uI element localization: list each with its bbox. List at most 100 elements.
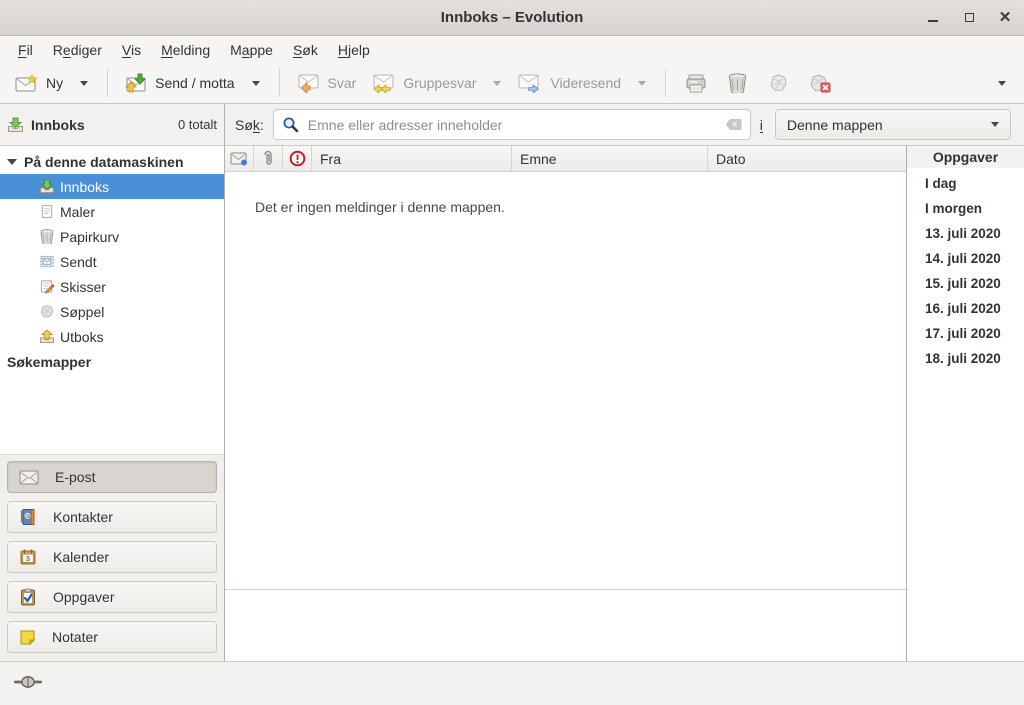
maximize-icon [965,13,974,22]
send-receive-button[interactable]: Send / motta [117,69,241,97]
folder-innboks[interactable]: Innboks [0,174,224,199]
folder-maler[interactable]: Maler [0,199,224,224]
attachment-icon [262,150,274,167]
search-label: Søk: [235,117,264,133]
folder-soppel[interactable]: Søppel [0,299,224,324]
reply-icon [296,73,320,93]
switcher-memos-label: Notater [52,629,98,645]
group-reply-button[interactable]: Gruppesvar [363,69,483,97]
forward-icon [518,73,542,93]
task-group-date[interactable]: 17. juli 2020 [907,321,1024,346]
column-subject[interactable]: Emne [512,146,708,171]
tree-root-search-folders[interactable]: Søkemapper [0,349,224,374]
chevron-down-icon [80,81,88,86]
group-reply-icon [370,73,395,93]
print-button[interactable] [675,69,717,98]
switcher-contacts-button[interactable]: @ Kontakter [7,501,217,533]
switcher-calendar-button[interactable]: 3 Kalender [7,541,217,573]
expander-icon[interactable] [7,159,17,165]
folder-header: Innboks 0 totalt [0,104,225,145]
delete-button[interactable] [717,68,758,98]
mail-icon [19,470,39,485]
switcher-mail-button[interactable]: E-post [7,461,217,493]
toolbar-separator [665,69,666,97]
close-button[interactable]: ✕ [996,9,1014,27]
inbox-icon [39,179,55,194]
overflow-arrow-icon [998,81,1006,86]
menu-file[interactable]: Fil [8,39,43,61]
svg-text:3: 3 [26,554,30,563]
templates-icon [39,204,55,219]
calendar-icon: 3 [19,548,37,566]
clear-entry-icon[interactable] [725,118,742,131]
group-reply-dropdown-button[interactable] [483,76,511,91]
column-from[interactable]: Fra [312,146,512,171]
switcher-mail-label: E-post [55,469,95,485]
titlebar: Innboks – Evolution ✕ [0,0,1024,36]
switcher-tasks-button[interactable]: Oppgaver [7,581,217,613]
switcher-memos-button[interactable]: Notater [7,621,217,653]
column-priority[interactable] [283,146,312,171]
switcher-tasks-label: Oppgaver [53,589,114,605]
component-switcher: E-post @ Kontakter 3 Kalender Oppgaver N… [0,454,224,661]
task-group-today[interactable]: I dag [907,171,1024,196]
column-attachment[interactable] [254,146,283,171]
forward-button[interactable]: Videresend [511,69,628,97]
tree-root-on-this-computer[interactable]: På denne datamaskinen [0,149,224,174]
maximize-button[interactable] [960,9,978,27]
column-status[interactable] [225,146,254,171]
forward-dropdown-button[interactable] [628,76,656,91]
message-list[interactable]: Det er ingen meldinger i denne mappen. [225,172,906,590]
menu-search[interactable]: Søk [283,39,328,61]
folder-skisser[interactable]: Skisser [0,274,224,299]
menu-message[interactable]: Melding [151,39,220,61]
folder-papirkurv[interactable]: Papirkurv [0,224,224,249]
send-receive-dropdown-button[interactable] [242,76,270,91]
menu-view[interactable]: Vis [112,39,151,61]
evolution-window: Innboks – Evolution ✕ Fil Rediger Vis Me… [0,0,1024,705]
toolbar-overflow-button[interactable] [988,76,1016,91]
task-group-date[interactable]: 18. juli 2020 [907,346,1024,371]
task-group-date[interactable]: 15. juli 2020 [907,271,1024,296]
scope-value: Denne mappen [787,117,991,133]
statusbar [0,661,1024,705]
new-dropdown-button[interactable] [70,76,98,91]
task-list: I dag I morgen 13. juli 2020 14. juli 20… [907,168,1024,371]
not-junk-button[interactable] [799,68,842,98]
search-input[interactable] [306,116,718,134]
new-message-button[interactable]: Ny [8,70,70,97]
folder-sendt[interactable]: Sendt [0,249,224,274]
menu-folder[interactable]: Mappe [220,39,283,61]
online-status-icon[interactable] [14,675,42,689]
reply-button[interactable]: Svar [289,69,364,97]
column-date[interactable]: Dato [708,146,906,171]
minimize-icon [928,20,938,22]
search-entry[interactable] [273,109,751,140]
forward-label: Videresend [550,75,621,91]
task-group-date[interactable]: 14. juli 2020 [907,246,1024,271]
menu-edit[interactable]: Rediger [43,39,112,61]
topbar: Innboks 0 totalt Søk: i Denne mappen [0,104,1024,146]
task-pane-title: Oppgaver [907,146,1024,168]
chevron-down-icon [991,122,999,127]
message-area: Fra Emne Dato Det er ingen meldinger i d… [225,146,906,661]
memos-icon [19,629,36,646]
menu-help[interactable]: Hjelp [328,39,380,61]
task-group-date[interactable]: 16. juli 2020 [907,296,1024,321]
minimize-button[interactable] [924,9,942,27]
folder-tree: På denne datamaskinen Innboks Maler Papi… [0,146,224,454]
task-group-date[interactable]: 13. juli 2020 [907,221,1024,246]
preview-pane [225,590,906,661]
message-list-header: Fra Emne Dato [225,146,906,172]
toolbar: Ny Send / motta Svar Gruppesvar [0,63,1024,104]
junk-icon [39,304,55,319]
junk-button[interactable] [758,68,799,98]
search-icon [282,116,299,133]
chevron-down-icon [252,81,260,86]
folder-sidebar: På denne datamaskinen Innboks Maler Papi… [0,146,225,661]
task-group-tomorrow[interactable]: I morgen [907,196,1024,221]
search-area: Søk: i Denne mappen [225,104,1024,145]
message-count: 0 totalt [178,117,217,132]
folder-utboks[interactable]: Utboks [0,324,224,349]
search-scope-combo[interactable]: Denne mappen [775,109,1011,140]
